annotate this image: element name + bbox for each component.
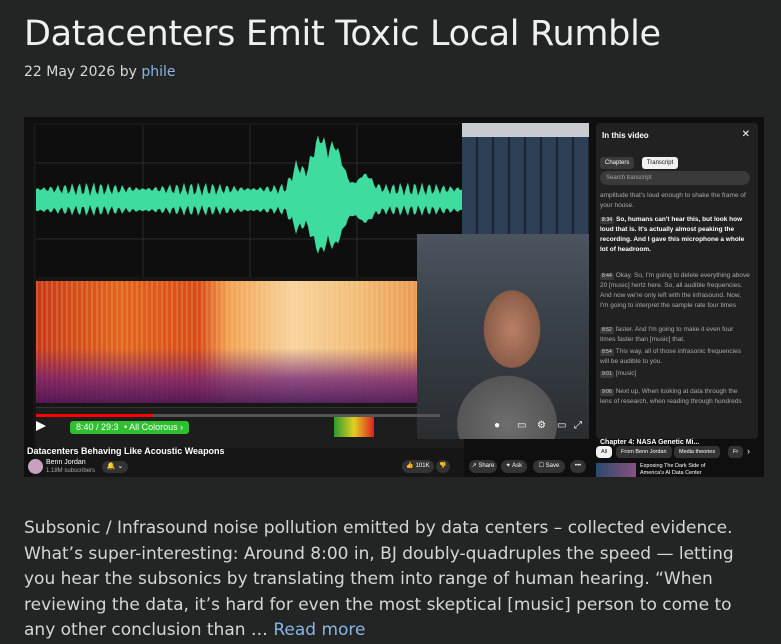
- article-excerpt: Subsonic / Infrasound noise pollution em…: [24, 516, 764, 644]
- chip-media-theories[interactable]: Media theories: [674, 446, 721, 458]
- ask-label: Ask: [512, 463, 523, 469]
- recommendation-chips: All From Benn Jordan Media theories Fr ›: [596, 446, 761, 460]
- chip-more[interactable]: Fr: [728, 446, 744, 458]
- read-more-link[interactable]: Read more: [273, 620, 365, 640]
- transcript-text: [music]: [615, 370, 637, 377]
- share-button[interactable]: ↗ Share: [469, 460, 497, 473]
- fullscreen-icon[interactable]: ⤢: [574, 420, 582, 431]
- ask-button[interactable]: ✦ Ask: [501, 460, 527, 473]
- transcript-text: amplitude that's loud enough to shake th…: [600, 192, 746, 209]
- subscriber-count: 1.18M subscribers: [46, 468, 96, 474]
- settings-icon[interactable]: ⚙: [537, 420, 546, 431]
- transcript-entry[interactable]: 8:34 So, humans can't hear this, but look…: [600, 215, 750, 255]
- transcript-timestamp[interactable]: 9:06: [600, 389, 614, 396]
- play-mini-icon[interactable]: ●: [494, 420, 500, 431]
- chevron-right-icon[interactable]: ›: [747, 446, 750, 456]
- tab-chapters[interactable]: Chapters: [600, 157, 635, 169]
- video-progress-bar[interactable]: [36, 414, 440, 417]
- more-button[interactable]: •••: [570, 460, 586, 473]
- video-screenshot[interactable]: ● ▭ ⚙ ▭ ⤢ 8:40 / 29:34 • All Colorous › …: [24, 117, 764, 477]
- dislike-icon[interactable]: 👎: [436, 460, 450, 473]
- transcript-entry[interactable]: 9:06 Next up, When looking at data throug…: [600, 387, 750, 407]
- transcript-panel: In this video ✕ Chapters Transcript Sear…: [596, 123, 758, 446]
- progress-fill: [36, 414, 154, 417]
- transcript-timestamp[interactable]: 8:44: [600, 273, 614, 280]
- share-label: Share: [478, 463, 495, 469]
- recommendation-title[interactable]: Exposing The Dark Side of America's AI D…: [640, 463, 730, 477]
- panel-footer: Chapter 4: NASA Genetic Mi...: [600, 439, 700, 446]
- channel-avatar[interactable]: [28, 459, 43, 474]
- transcript-entry[interactable]: 8:44 Okay. So, I'm going to delete everyt…: [600, 271, 750, 311]
- notification-bell-button[interactable]: 🔔 ⌄: [102, 461, 128, 473]
- theater-icon[interactable]: ▭: [557, 420, 566, 431]
- overlay-controls: ● ▭ ⚙ ▭ ⤢: [422, 420, 582, 434]
- transcript-text: Okay. So, I'm going to delete everything…: [600, 272, 750, 309]
- transcript-entry[interactable]: 8:52 faster. And I'm going to make it eve…: [600, 325, 750, 345]
- transcript-text: faster. And I'm going to make it even fo…: [600, 326, 734, 343]
- panel-heading: In this video: [602, 131, 649, 140]
- panel-tabs: Chapters Transcript: [600, 151, 681, 169]
- spectrogram-view: [36, 281, 464, 403]
- transcript-entry[interactable]: amplitude that's loud enough to shake th…: [600, 191, 750, 211]
- video-title: Datacenters Behaving Like Acoustic Weapo…: [27, 446, 225, 456]
- captions-icon[interactable]: ▭: [517, 420, 526, 431]
- transcript-timestamp[interactable]: 9:01: [600, 371, 614, 378]
- by-label: by: [119, 64, 137, 80]
- waveform-view: [36, 125, 464, 277]
- chip-all[interactable]: All: [596, 446, 613, 458]
- mixer-window: [462, 123, 589, 235]
- recommendation-item[interactable]: Exposing The Dark Side of America's AI D…: [596, 463, 761, 477]
- excerpt-text: Subsonic / Infrasound noise pollution em…: [24, 518, 734, 640]
- transcript-entry[interactable]: 8:54 This way, all of those infrasonic fr…: [600, 347, 750, 367]
- like-button[interactable]: 👍 101K: [402, 460, 434, 473]
- like-count: 101K: [415, 463, 430, 469]
- author-link[interactable]: phile: [141, 64, 175, 80]
- chip-from-channel[interactable]: From Benn Jordan: [616, 446, 672, 458]
- channel-row: Benn Jordan 1.18M subscribers 🔔 ⌄ 👍 101K…: [24, 459, 589, 477]
- save-label: Save: [545, 463, 560, 469]
- tab-transcript[interactable]: Transcript: [641, 157, 679, 169]
- article-title: Datacenters Emit Toxic Local Rumble: [24, 14, 661, 54]
- webcam-overlay: [417, 234, 589, 439]
- transcript-timestamp[interactable]: 8:34: [600, 217, 615, 224]
- article-meta: 22 May 2026 by phile: [24, 64, 176, 80]
- recommendation-thumbnail[interactable]: [596, 463, 636, 477]
- transcript-text: So, humans can't hear this, but look how…: [600, 216, 745, 253]
- save-button[interactable]: ☐ Save: [533, 460, 565, 473]
- close-icon[interactable]: ✕: [742, 129, 750, 140]
- transcript-text: Next up, When looking at data through th…: [600, 388, 742, 405]
- transcript-text: This way, all of those infrasonic freque…: [600, 348, 741, 365]
- transcript-entry[interactable]: 9:01 [music]: [600, 369, 750, 379]
- waveform-svg: [36, 125, 464, 277]
- transcript-timestamp[interactable]: 8:52: [600, 327, 614, 334]
- channel-name[interactable]: Benn Jordan: [46, 459, 86, 466]
- chapter-button[interactable]: • All Colorous ›: [118, 421, 190, 434]
- article-date: 22 May 2026: [24, 64, 116, 80]
- transcript-timestamp[interactable]: 8:54: [600, 349, 614, 356]
- transcript-search-input[interactable]: Search transcript: [600, 171, 750, 185]
- level-meter: [334, 417, 374, 437]
